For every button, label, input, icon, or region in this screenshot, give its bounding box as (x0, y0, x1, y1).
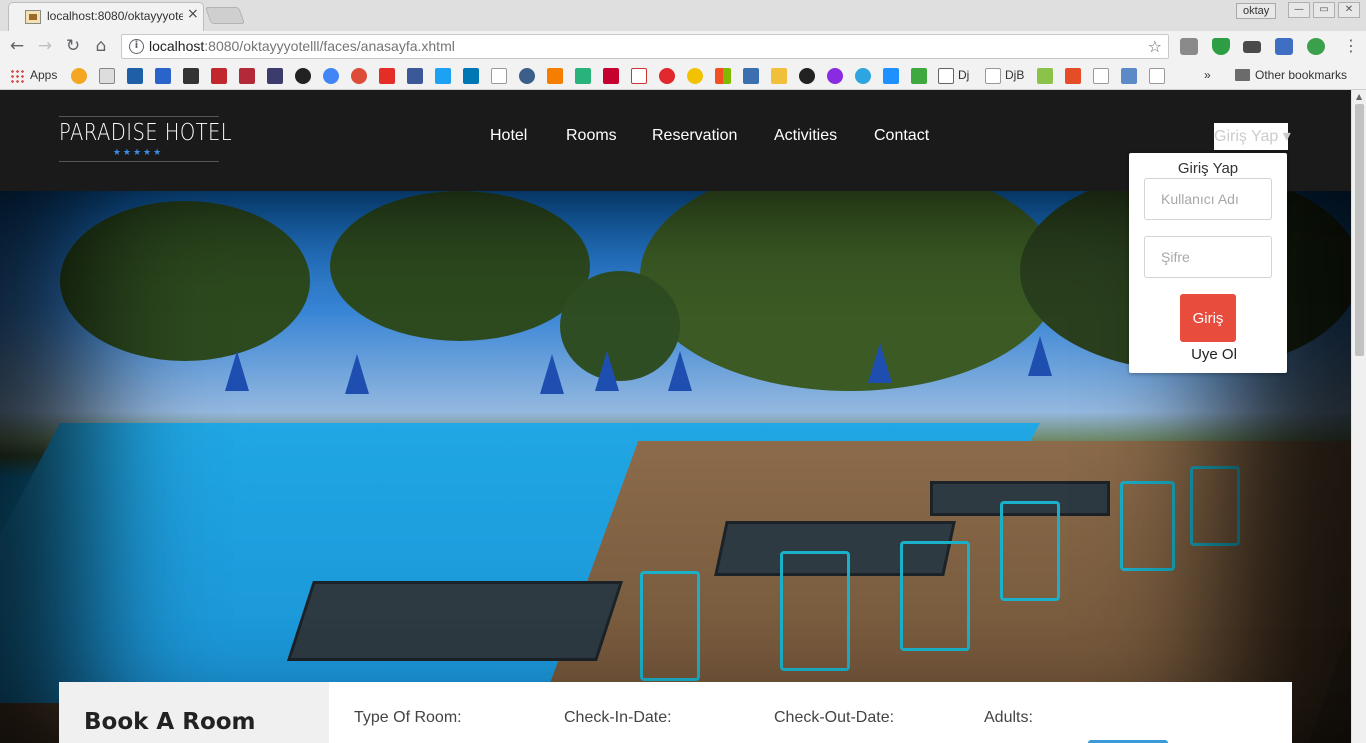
microsoft-icon[interactable] (715, 68, 731, 84)
bookmark-icon[interactable] (687, 68, 703, 84)
bookmark-icon[interactable] (211, 68, 227, 84)
bookmark-icon[interactable] (771, 68, 787, 84)
login-dropdown-panel: Giriş Yap Giriş Uye Ol (1129, 153, 1287, 373)
bookmark-icon[interactable] (267, 68, 283, 84)
site-info-icon[interactable]: i (129, 39, 144, 54)
page-icon[interactable] (1149, 68, 1165, 84)
extension-icon[interactable] (1180, 38, 1198, 55)
google-plus-icon[interactable] (351, 68, 367, 84)
bookmark-icon[interactable] (99, 68, 115, 84)
maximize-button[interactable]: ▭ (1313, 2, 1335, 18)
bookmark-icon[interactable] (295, 68, 311, 84)
booking-title: Book A Room (84, 709, 256, 735)
close-tab-icon[interactable]: × (187, 6, 199, 22)
bookmark-star-icon[interactable]: ☆ (1148, 37, 1162, 56)
shield-extension-icon[interactable] (1212, 38, 1230, 55)
close-window-button[interactable]: ✕ (1338, 2, 1360, 18)
password-input[interactable] (1144, 236, 1272, 278)
telegram-icon[interactable] (855, 68, 871, 84)
apps-grid-icon[interactable] (10, 69, 24, 83)
page-viewport: PARADISE HOTEL ★★★★★ Hotel Rooms Reserva… (0, 90, 1351, 743)
login-dropdown-toggle[interactable]: Giriş Yap ▾ (1214, 123, 1291, 150)
address-bar[interactable]: i localhost:8080/oktayyyotelll/faces/ana… (121, 34, 1169, 59)
bookmark-icon[interactable] (183, 68, 199, 84)
nav-contact[interactable]: Contact (874, 127, 929, 145)
scroll-up-arrow-icon[interactable]: ▲ (1356, 92, 1362, 101)
logo-stars-icon: ★★★★★ (112, 148, 164, 158)
minimize-button[interactable]: — (1288, 2, 1310, 18)
bookmark-icon[interactable] (1037, 68, 1053, 84)
adults-label: Adults: (984, 709, 1033, 726)
bookmark-icon[interactable] (659, 68, 675, 84)
bookmark-icon[interactable] (519, 68, 535, 84)
login-panel-title: Giriş Yap (1177, 160, 1239, 177)
bookmark-djb[interactable]: DjB (1005, 68, 1024, 82)
check-out-label: Check-Out-Date: (774, 709, 895, 726)
globe-extension-icon[interactable] (1307, 38, 1325, 55)
logo-text: PARADISE HOTEL (59, 120, 233, 146)
login-submit-button[interactable]: Giriş (1180, 294, 1236, 342)
reload-icon[interactable]: ↻ (62, 35, 84, 57)
back-arrow-icon[interactable]: ← (6, 35, 28, 57)
vine-icon[interactable] (575, 68, 591, 84)
bookmark-icon[interactable] (155, 68, 171, 84)
bookmark-icon[interactable] (911, 68, 927, 84)
site-favicon-icon (25, 10, 41, 24)
browser-tab[interactable]: localhost:8080/oktayyyotelll/faces/anasa… (8, 2, 204, 31)
home-icon[interactable]: ⌂ (90, 35, 112, 57)
tab-title: localhost:8080/oktayyyotelll/faces/anasa… (47, 9, 183, 23)
bookmark-dj[interactable]: Dj (958, 68, 969, 82)
book-icon[interactable] (938, 68, 954, 84)
nav-rooms[interactable]: Rooms (566, 127, 617, 145)
code-icon[interactable] (1065, 68, 1081, 84)
page-scrollbar[interactable]: ▲ (1351, 90, 1366, 743)
other-bookmarks[interactable]: Other bookmarks (1255, 68, 1347, 82)
room-type-label: Type Of Room: (354, 709, 462, 726)
github-icon[interactable] (799, 68, 815, 84)
folder-icon (1235, 69, 1250, 81)
signup-link[interactable]: Uye Ol (1129, 346, 1299, 363)
new-tab-button[interactable] (204, 7, 246, 24)
nav-hotel[interactable]: Hotel (490, 127, 527, 145)
facebook-icon[interactable] (407, 68, 423, 84)
url-text[interactable]: localhost:8080/oktayyyotelll/faces/anasa… (149, 38, 455, 54)
scrollbar-thumb[interactable] (1355, 104, 1364, 356)
browser-toolbar: ← → ↻ ⌂ i localhost:8080/oktayyyotelll/f… (0, 31, 1366, 62)
browser-tab-strip: localhost:8080/oktayyyotelll/faces/anasa… (0, 0, 1366, 31)
profile-badge[interactable]: oktay (1236, 3, 1277, 19)
mail-extension-icon[interactable] (1243, 41, 1261, 53)
page-icon[interactable] (491, 68, 507, 84)
username-input[interactable] (1144, 178, 1272, 220)
bookmark-icon[interactable] (631, 68, 647, 84)
cube-extension-icon[interactable] (1275, 38, 1293, 55)
bookmark-icon[interactable] (883, 68, 899, 84)
blogger-icon[interactable] (547, 68, 563, 84)
page-icon[interactable] (1093, 68, 1109, 84)
apps-bookmark[interactable]: Apps (30, 68, 57, 82)
bookmark-icon[interactable] (743, 68, 759, 84)
hotel-logo[interactable]: PARADISE HOTEL ★★★★★ (59, 116, 233, 162)
page-icon[interactable] (985, 68, 1001, 84)
bookmark-icon[interactable] (239, 68, 255, 84)
browser-menu-icon[interactable]: ⋮ (1343, 36, 1359, 55)
bookmark-icon[interactable] (603, 68, 619, 84)
bookmark-icon[interactable] (1121, 68, 1137, 84)
youtube-icon[interactable] (379, 68, 395, 84)
nav-activities[interactable]: Activities (774, 127, 837, 145)
booking-title-box: Book A Room (59, 682, 329, 743)
google-icon[interactable] (323, 68, 339, 84)
nav-reservation[interactable]: Reservation (652, 127, 737, 145)
bookmark-icon[interactable] (71, 68, 87, 84)
forward-arrow-icon[interactable]: → (34, 35, 56, 57)
bookmarks-bar: Apps Dj DjB » Other bookmarks (0, 62, 1366, 90)
bookmark-icon[interactable] (127, 68, 143, 84)
linkedin-icon[interactable] (463, 68, 479, 84)
bookmark-icon[interactable] (827, 68, 843, 84)
check-in-label: Check-In-Date: (564, 709, 672, 726)
twitter-icon[interactable] (435, 68, 451, 84)
bookmarks-overflow-icon[interactable]: » (1204, 68, 1211, 82)
booking-bar: Book A Room Type Of Room: Check-In-Date:… (59, 682, 1292, 743)
